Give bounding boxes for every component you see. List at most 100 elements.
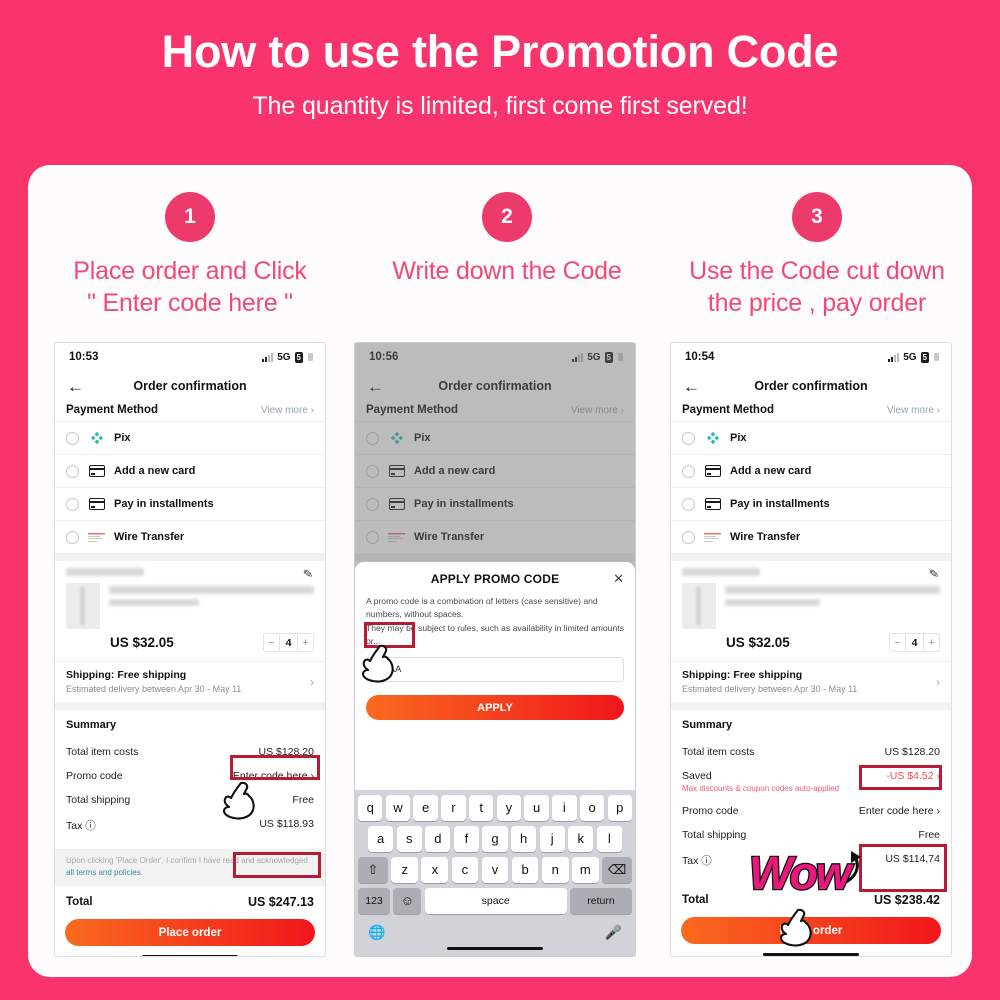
- shift-icon[interactable]: ⇧: [357, 856, 388, 883]
- promo-code-input[interactable]: AAAA: [366, 657, 624, 683]
- key-u[interactable]: u: [524, 794, 549, 821]
- radio-pix[interactable]: [66, 431, 79, 445]
- key-g[interactable]: g: [482, 825, 508, 852]
- key-c[interactable]: c: [451, 856, 479, 883]
- radio-wire-transfer[interactable]: [682, 530, 695, 544]
- key-t[interactable]: t: [468, 794, 494, 821]
- quantity-increase-button[interactable]: +: [924, 634, 939, 651]
- key-d[interactable]: d: [425, 825, 451, 852]
- place-order-button[interactable]: Place order: [65, 919, 315, 947]
- hand-pointer-icon: [779, 908, 812, 947]
- radio-installments[interactable]: [66, 497, 79, 511]
- payment-option-installments[interactable]: Pay in installments: [355, 487, 635, 520]
- payment-option-pix[interactable]: Pix: [671, 421, 951, 454]
- numbers-key[interactable]: 123: [358, 887, 390, 914]
- radio-installments[interactable]: [366, 497, 379, 511]
- product-variant-blurred: [109, 599, 200, 606]
- key-m[interactable]: m: [571, 856, 599, 883]
- key-r[interactable]: r: [441, 794, 466, 821]
- nav-title: Order confirmation: [133, 379, 247, 393]
- payment-option-installments[interactable]: Pay in installments: [55, 487, 325, 520]
- shipping-row[interactable]: Shipping: Free shipping Estimated delive…: [55, 661, 325, 702]
- summary-row-promo-code[interactable]: Promo code Enter code here ›: [682, 799, 940, 823]
- apply-button[interactable]: APPLY: [366, 695, 624, 721]
- microphone-icon[interactable]: 🎤: [605, 924, 622, 941]
- hand-pointer-icon: [361, 644, 394, 683]
- shipping-row[interactable]: Shipping: Free shipping Estimated delive…: [671, 661, 951, 702]
- view-more-link[interactable]: View more ›: [887, 405, 940, 416]
- quantity-increase-button[interactable]: +: [298, 634, 313, 651]
- terms-link[interactable]: all terms and policies.: [66, 868, 143, 877]
- key-a[interactable]: a: [368, 825, 394, 852]
- key-k[interactable]: k: [568, 825, 594, 852]
- payment-method-label: Payment Method: [366, 404, 459, 416]
- saved-subtitle: Max discounts & coupon codes auto-applie…: [682, 784, 839, 793]
- key-p[interactable]: p: [607, 794, 632, 821]
- keyboard-row-3: ⇧ z x c v b n m ⌫: [357, 856, 633, 883]
- edit-pencil-icon[interactable]: ✎: [928, 566, 940, 581]
- quantity-decrease-button[interactable]: −: [890, 634, 905, 651]
- radio-installments[interactable]: [682, 497, 695, 511]
- step-badge-1: 1: [165, 192, 215, 242]
- payment-option-installments[interactable]: Pay in installments: [671, 487, 951, 520]
- key-n[interactable]: n: [541, 856, 569, 883]
- return-key[interactable]: return: [570, 887, 632, 914]
- payment-option-wire-transfer[interactable]: Wire Transfer: [55, 520, 325, 553]
- help-icon[interactable]: ⓘ: [701, 855, 712, 867]
- view-more-link[interactable]: View more ›: [571, 405, 624, 416]
- key-h[interactable]: h: [510, 825, 537, 852]
- payment-option-add-card[interactable]: Add a new card: [55, 454, 325, 487]
- summary-key: Promo code: [66, 770, 123, 782]
- radio-wire-transfer[interactable]: [66, 530, 79, 544]
- on-screen-keyboard[interactable]: q w e r t y u i o p a s d f g h j k l ⇧ …: [355, 789, 635, 956]
- close-icon[interactable]: ✕: [613, 571, 624, 587]
- payment-option-pix[interactable]: Pix: [355, 421, 635, 454]
- highlight-total: [233, 852, 321, 878]
- key-e[interactable]: e: [413, 794, 438, 821]
- key-z[interactable]: z: [391, 856, 419, 883]
- status-bar: 10:53 5G 5: [55, 343, 325, 371]
- edit-pencil-icon[interactable]: ✎: [302, 566, 314, 581]
- quantity-decrease-button[interactable]: −: [264, 634, 279, 651]
- space-key[interactable]: space: [424, 887, 567, 914]
- key-x[interactable]: x: [421, 856, 449, 883]
- backspace-icon[interactable]: ⌫: [602, 856, 633, 883]
- key-y[interactable]: y: [496, 794, 522, 821]
- globe-icon[interactable]: 🌐: [368, 924, 385, 941]
- payment-option-wire-transfer[interactable]: Wire Transfer: [355, 520, 635, 553]
- pix-icon: [704, 431, 721, 445]
- key-f[interactable]: f: [453, 825, 479, 852]
- quantity-value: 4: [905, 634, 924, 651]
- key-q[interactable]: q: [358, 794, 383, 821]
- help-icon[interactable]: ⓘ: [85, 820, 96, 832]
- page-title: How to use the Promotion Code: [161, 26, 839, 77]
- key-w[interactable]: w: [385, 794, 411, 821]
- saved-label: Saved: [682, 770, 712, 782]
- radio-pix[interactable]: [682, 431, 695, 445]
- payment-option-wire-transfer[interactable]: Wire Transfer: [671, 520, 951, 553]
- quantity-stepper[interactable]: − 4 +: [889, 633, 940, 652]
- view-more-link[interactable]: View more ›: [261, 405, 314, 416]
- key-s[interactable]: s: [396, 825, 422, 852]
- radio-wire-transfer[interactable]: [366, 530, 379, 544]
- payment-option-add-card[interactable]: Add a new card: [671, 454, 951, 487]
- key-o[interactable]: o: [579, 794, 605, 821]
- keyboard-bottom-bar: 🌐 🎤: [358, 919, 632, 945]
- status-bar: 10:56 5G 5: [355, 343, 635, 371]
- radio-pix[interactable]: [366, 431, 379, 445]
- payment-option-pix[interactable]: Pix: [55, 421, 325, 454]
- radio-add-card[interactable]: [682, 464, 695, 478]
- phone-screenshot-2: 10:56 5G 5 ← Order confirmation Payment …: [354, 342, 636, 957]
- key-b[interactable]: b: [511, 856, 539, 883]
- key-j[interactable]: j: [539, 825, 565, 852]
- chevron-right-icon: ›: [310, 675, 314, 689]
- quantity-stepper[interactable]: − 4 +: [263, 633, 314, 652]
- payment-option-add-card[interactable]: Add a new card: [355, 454, 635, 487]
- key-v[interactable]: v: [481, 856, 509, 883]
- radio-add-card[interactable]: [366, 464, 379, 478]
- key-i[interactable]: i: [552, 794, 577, 821]
- key-l[interactable]: l: [596, 825, 622, 852]
- radio-add-card[interactable]: [66, 464, 79, 478]
- enter-code-here-button[interactable]: Enter code here ›: [859, 805, 940, 817]
- emoji-icon[interactable]: ☺: [393, 887, 422, 914]
